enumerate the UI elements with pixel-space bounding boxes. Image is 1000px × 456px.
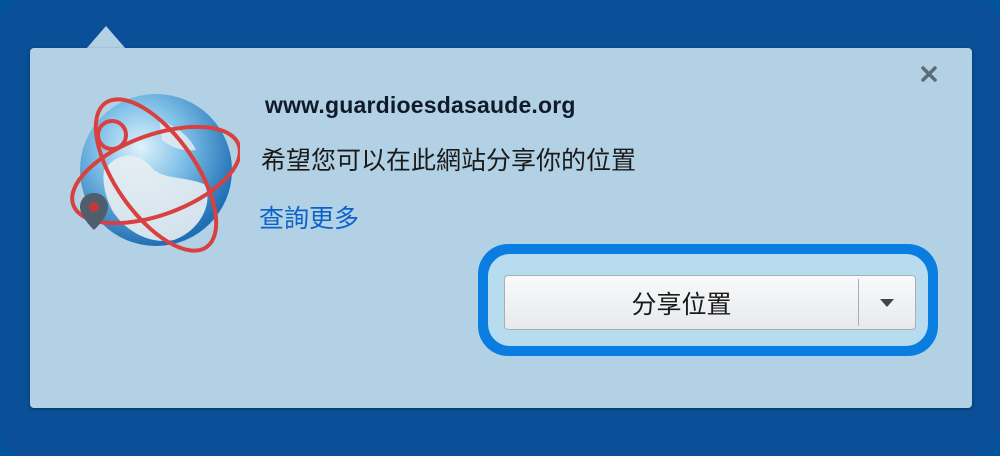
close-button[interactable] [915, 60, 943, 88]
share-location-split-button[interactable]: 分享位置 [504, 275, 916, 330]
learn-more-link[interactable]: 查詢更多 [259, 199, 359, 235]
close-icon [921, 66, 937, 82]
site-domain: www.guardioesdasaude.org [265, 92, 576, 118]
geolocation-globe-icon [64, 80, 242, 256]
doorhanger-anchor-arrow [86, 26, 126, 49]
share-location-button[interactable]: 分享位置 [505, 276, 858, 329]
permission-message: 希望您可以在此網站分享你的位置 [261, 147, 637, 175]
share-options-dropdown[interactable] [859, 276, 915, 329]
chevron-down-icon [880, 298, 894, 307]
